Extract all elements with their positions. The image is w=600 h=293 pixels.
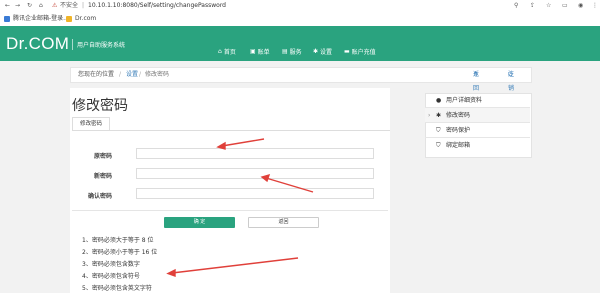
annotation-arrows — [166, 138, 314, 277]
annotation-arrow-head — [166, 268, 176, 277]
annotation-arrow — [221, 138, 265, 147]
annotation-arrow — [265, 177, 314, 193]
annotation-arrow-head — [260, 173, 271, 183]
annotation-arrow — [171, 257, 299, 274]
annotation-arrow-head — [216, 141, 226, 150]
